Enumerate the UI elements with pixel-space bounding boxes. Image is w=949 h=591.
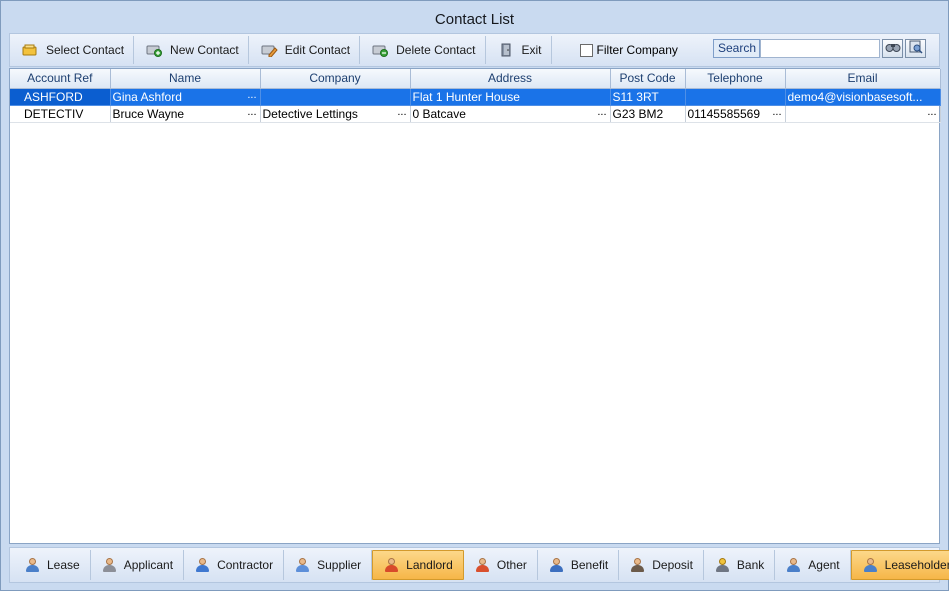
cell-email[interactable]: demo4@visionbasesoft... [785,88,941,106]
tab-lease-label: Lease [47,558,80,572]
tab-bank-label: Bank [736,558,765,572]
tab-benefit[interactable]: Benefit [538,550,620,580]
agent-icon [785,557,801,573]
tab-supplier-label: Supplier [317,558,362,572]
address-ellipsis-button[interactable]: ... [597,106,606,118]
tab-leaseholder-label: Leaseholder [884,558,949,572]
cell-telephone[interactable]: 01145585569... [685,105,786,123]
tab-bank[interactable]: Bank [704,550,776,580]
lease-people-icon [24,557,40,573]
landlord-icon [383,557,399,573]
applicant-icon [101,557,117,573]
cell-email[interactable]: ... [785,105,941,123]
cell-address-text: 0 Batcave [412,106,466,121]
contractor-icon [194,557,210,573]
cell-name-text: Bruce Wayne [112,106,185,121]
cell-address[interactable]: 0 Batcave... [410,105,611,123]
tab-agent-label: Agent [808,558,840,572]
contact-list-window: Contact List Select Contact New Contact … [0,0,949,591]
tab-applicant-label: Applicant [123,558,174,572]
deposit-icon [629,557,645,573]
tab-benefit-label: Benefit [570,558,609,572]
grid-header-row: Account Ref Name Company Address Post Co… [10,69,941,89]
cell-address[interactable]: Flat 1 Hunter House [410,88,611,106]
delete-contact-icon [372,43,389,57]
edit-contact-icon [261,43,278,58]
binoculars-icon [885,41,901,56]
supplier-icon [294,557,310,573]
tab-landlord[interactable]: Landlord [372,550,464,580]
cell-telephone[interactable] [685,88,786,106]
tab-other-label: Other [496,558,527,572]
filter-company-label: Filter Company [596,43,678,57]
col-header-address[interactable]: Address [410,69,611,89]
cell-name-text: Gina Ashford [112,89,182,104]
contacts-table: Account Ref Name Company Address Post Co… [10,69,941,123]
col-header-telephone[interactable]: Telephone [685,69,786,89]
other-person-icon [474,557,490,573]
edit-contact-button[interactable]: Edit Contact [249,36,361,64]
name-ellipsis-button[interactable]: ... [247,89,256,101]
contact-type-tabs: Lease Applicant Contractor Supplier Land… [9,547,949,583]
window-title: Contact List [434,11,515,28]
cell-company-text: Detective Lettings [262,106,358,121]
col-header-post-code[interactable]: Post Code [610,69,686,89]
search-options-icon [908,40,924,57]
new-contact-label: New Contact [170,43,239,57]
company-ellipsis-button[interactable]: ... [397,106,406,118]
tab-contractor-label: Contractor [217,558,274,572]
new-contact-button[interactable]: New Contact [134,36,249,64]
select-contact-button[interactable]: Select Contact [10,36,135,64]
new-contact-icon [146,43,163,57]
table-row[interactable]: DETECTIV Bruce Wayne... Detective Lettin… [10,105,941,123]
telephone-ellipsis-button[interactable]: ... [772,106,781,118]
benefit-icon [548,557,564,573]
contacts-grid[interactable]: Account Ref Name Company Address Post Co… [9,68,941,544]
cell-name[interactable]: Bruce Wayne... [110,105,261,123]
tab-lease[interactable]: Lease [14,550,91,580]
filter-company-toggle[interactable]: Filter Company [579,43,678,57]
col-header-account-ref[interactable]: Account Ref [10,69,111,89]
delete-contact-button[interactable]: Delete Contact [360,36,486,64]
tab-agent[interactable]: Agent [775,550,851,580]
bank-icon [714,557,730,573]
search-options-button[interactable] [905,39,926,58]
cell-telephone-text: 01145585569 [687,106,761,121]
table-row[interactable]: ASHFORD Gina Ashford... Flat 1 Hunter Ho… [10,88,941,106]
select-contact-icon [22,43,39,57]
col-header-name[interactable]: Name [110,69,261,89]
cell-account-ref[interactable]: DETECTIV [10,105,111,123]
toolbar: Select Contact New Contact Edit Contact … [9,33,940,67]
edit-contact-label: Edit Contact [284,43,351,57]
select-contact-label: Select Contact [46,43,125,57]
search-input[interactable] [760,39,880,58]
exit-door-icon [498,43,515,57]
cell-post-code[interactable]: G23 BM2 [610,105,686,123]
cell-company[interactable]: Detective Lettings... [260,105,411,123]
leaseholder-icon [862,557,878,573]
tab-landlord-label: Landlord [406,558,453,572]
search-go-button[interactable] [882,39,903,58]
search-area: Search [713,39,926,58]
delete-contact-label: Delete Contact [396,43,476,57]
cell-name[interactable]: Gina Ashford... [110,88,261,106]
tab-contractor[interactable]: Contractor [184,550,285,580]
name-ellipsis-button[interactable]: ... [247,106,256,118]
cell-account-ref[interactable]: ASHFORD [10,88,111,106]
tab-deposit-label: Deposit [652,558,693,572]
tab-other[interactable]: Other [464,550,538,580]
col-header-company[interactable]: Company [260,69,411,89]
tab-deposit[interactable]: Deposit [619,550,704,580]
exit-button[interactable]: Exit [486,36,552,64]
email-ellipsis-button[interactable]: ... [927,106,936,118]
tab-supplier[interactable]: Supplier [284,550,373,580]
cell-post-code[interactable]: S11 3RT [610,88,686,106]
filter-company-checkbox[interactable] [579,43,593,57]
exit-label: Exit [521,43,542,57]
cell-company[interactable] [260,88,411,106]
search-label: Search [713,39,760,58]
tab-applicant[interactable]: Applicant [91,550,185,580]
col-header-email[interactable]: Email [785,69,941,89]
tab-leaseholder[interactable]: Leaseholder [850,550,949,580]
